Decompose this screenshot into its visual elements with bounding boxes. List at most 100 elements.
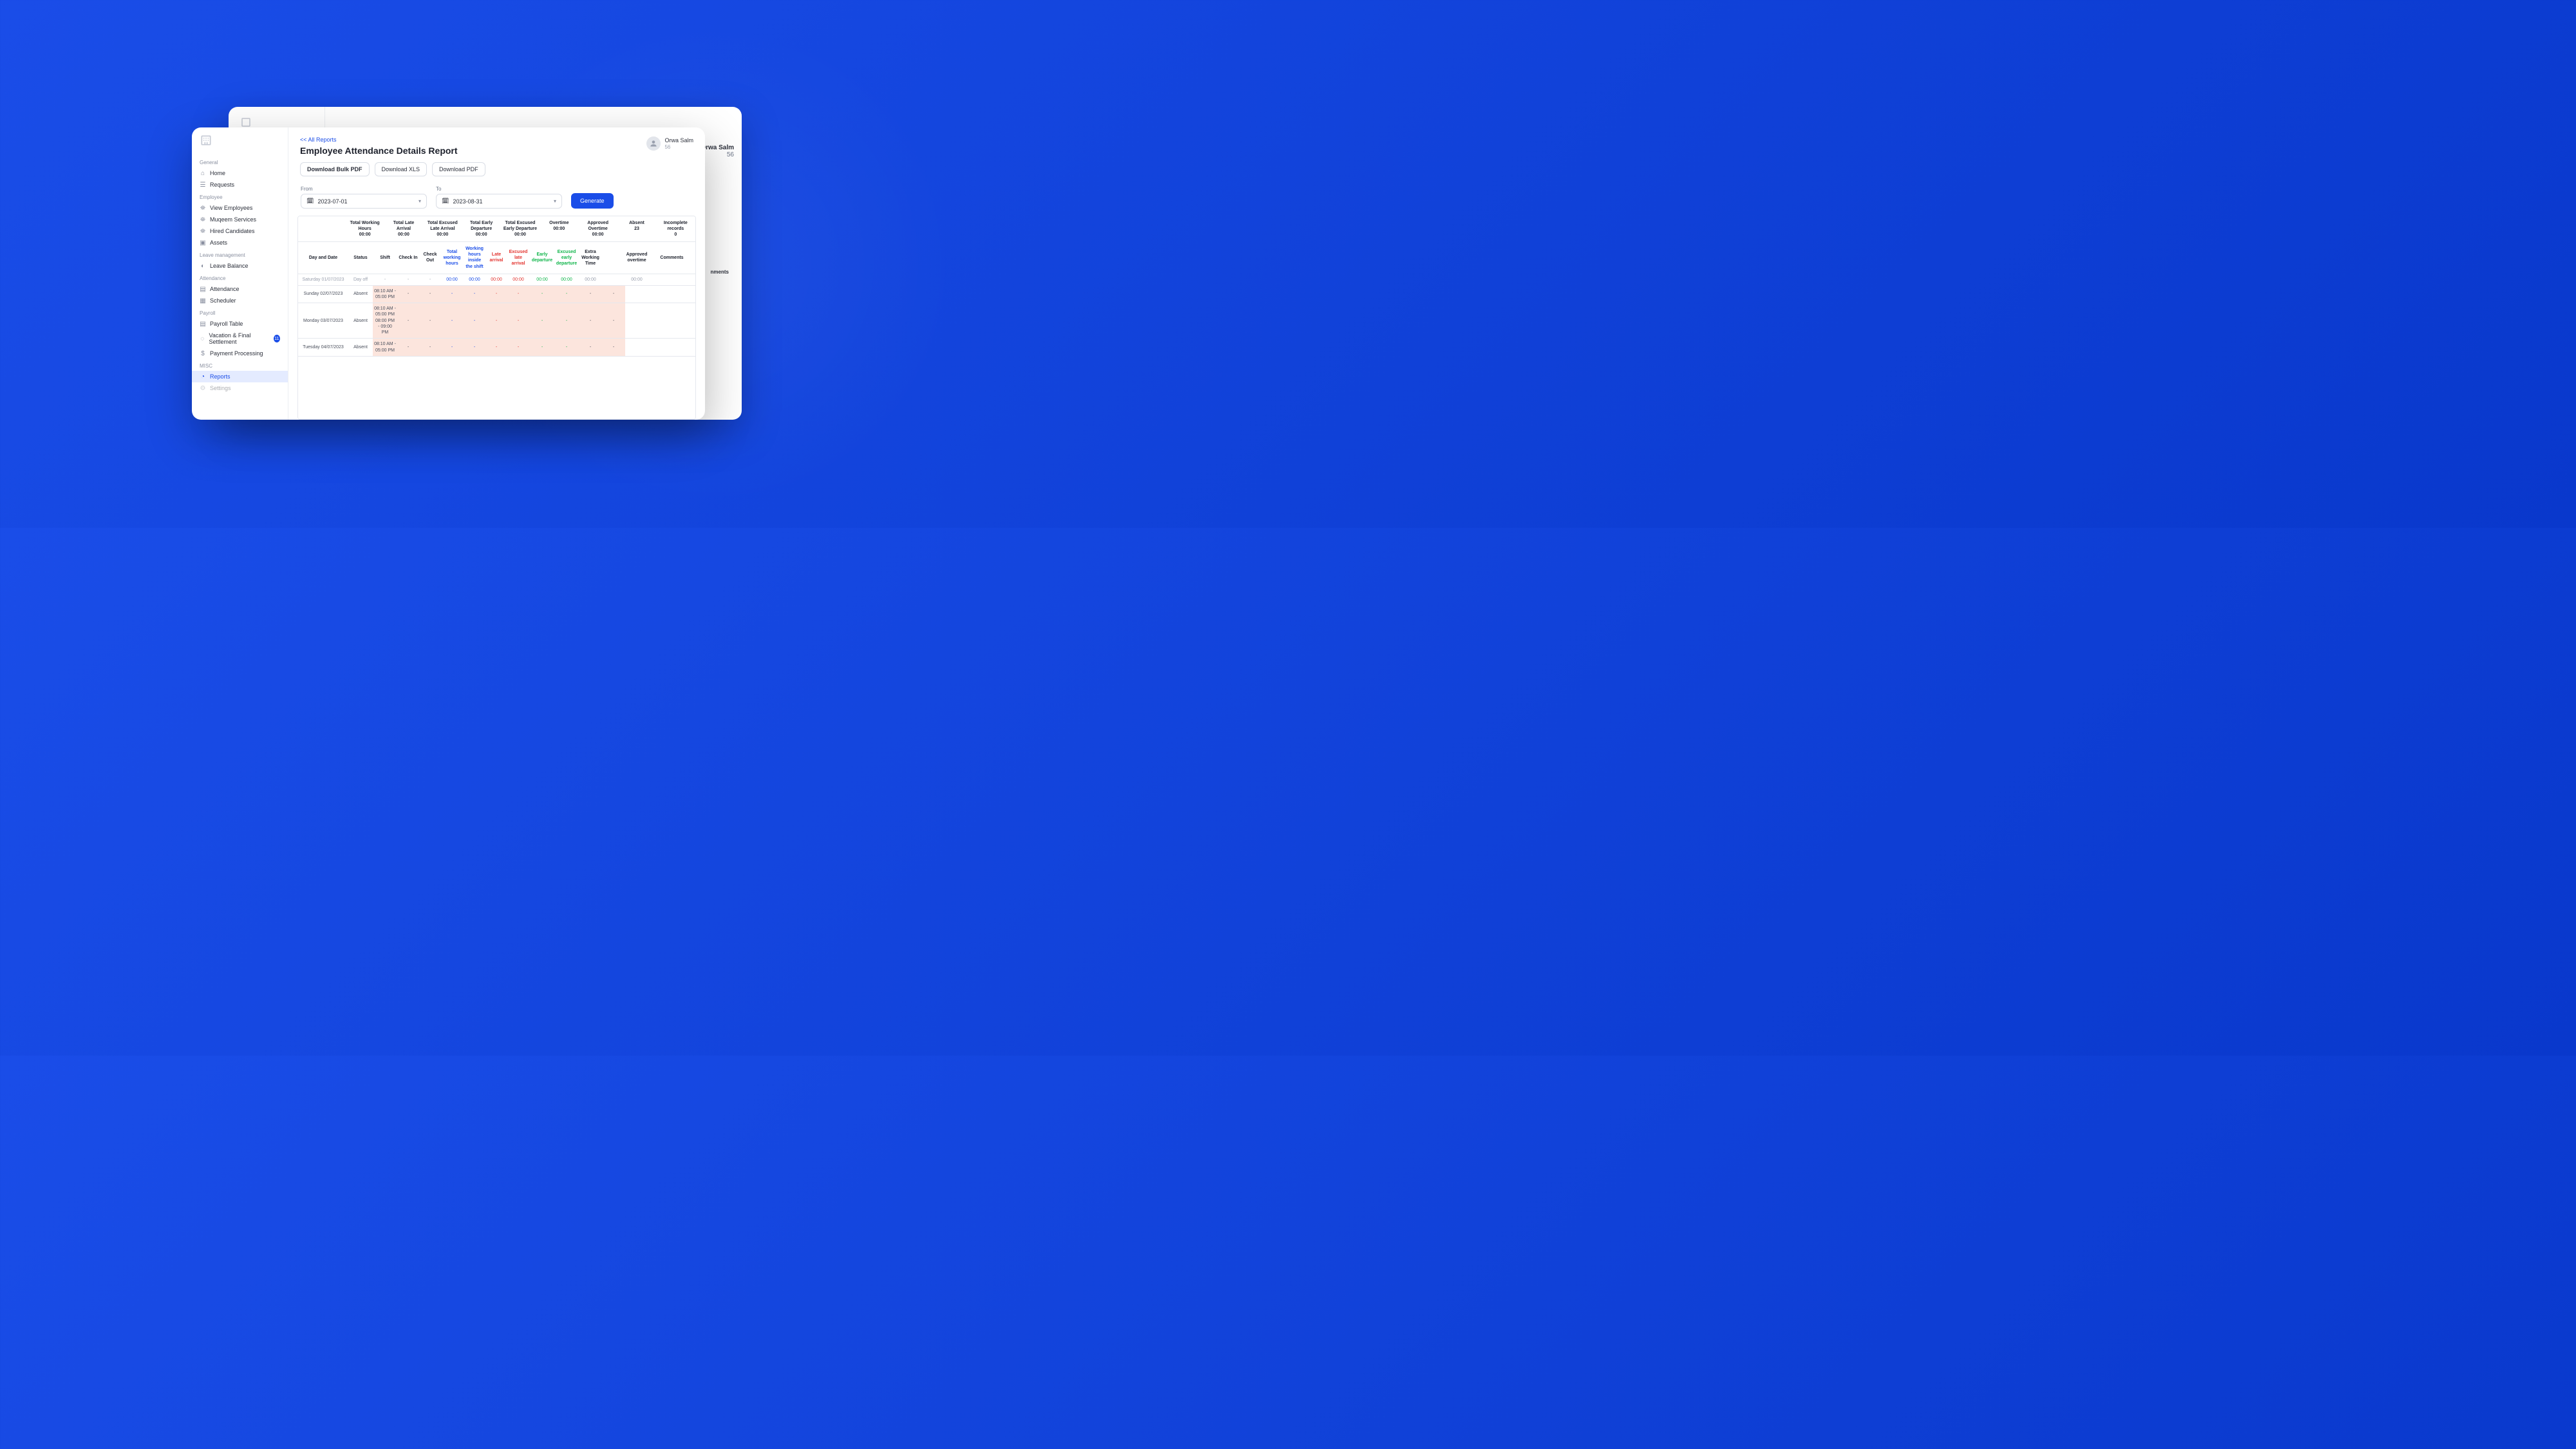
col-excused-early-departure: Excused early departure <box>554 242 579 273</box>
nav-label: Home <box>210 170 225 176</box>
nav-settings[interactable]: ⚙Settings <box>192 382 288 394</box>
nav-label: Vacation & Final Settlement <box>209 332 270 345</box>
cell-la: 00:00 <box>486 274 507 285</box>
topbar: << All Reports Employee Attendance Detai… <box>288 127 705 156</box>
summary-tela: Total Excused Late Arrival00:00 <box>424 216 462 241</box>
cell-check-out: - <box>419 286 441 303</box>
cell-check-out: - <box>419 339 441 355</box>
calendar-icon: ▦ <box>200 297 206 304</box>
cell-shift: 08:10 AM - 05:00 PM08:00 PM - 09:00 PM <box>373 303 397 338</box>
generate-button[interactable]: Generate <box>571 193 614 209</box>
cell-ed: - <box>530 286 554 303</box>
cell-comments <box>648 303 695 338</box>
nav-section-general: General <box>192 156 288 167</box>
nav-label: Reports <box>210 373 230 380</box>
table-header-row: Day and Date Status Shift Check In Check… <box>298 242 695 274</box>
nav-scheduler[interactable]: ▦Scheduler <box>192 295 288 306</box>
nav-vacation-settlement[interactable]: ◌Vacation & Final Settlement11 <box>192 330 288 348</box>
nav-reports[interactable]: ◔ Reports <box>192 371 288 382</box>
nav-assets[interactable]: ▣Assets <box>192 237 288 248</box>
bg-user-block: Orwa Salm 56 <box>700 144 734 158</box>
nav-hired-candidates[interactable]: ⛯Hired Candidates <box>192 225 288 237</box>
nav-label: Leave Balance <box>210 263 249 269</box>
bg-user-sub: 56 <box>700 151 734 158</box>
nav-label: Muqeem Services <box>210 216 256 223</box>
nav-view-employees[interactable]: ⛯View Employees <box>192 202 288 214</box>
table-row: Sunday 02/07/2023 Absent 08:10 AM - 05:0… <box>298 286 695 303</box>
cell-ao: - <box>602 339 625 355</box>
cell-shift: 08:10 AM - 05:00 PM <box>373 286 397 303</box>
cell-twh: 00:00 <box>441 274 463 285</box>
cell-status: Day off <box>348 274 373 285</box>
cell-ela: - <box>507 286 530 303</box>
filter-panel: From 🗓 2023-07-01 ▾ To 🗓 2023-08-31 ▾ <box>300 185 693 209</box>
col-status: Status <box>348 242 373 273</box>
main-content: << All Reports Employee Attendance Detai… <box>288 127 705 420</box>
cell-ewt: - <box>579 286 602 303</box>
cell-whi: - <box>463 303 486 338</box>
nav-label: Settings <box>210 385 231 391</box>
download-xls-button[interactable]: Download XLS <box>375 162 428 176</box>
summary-incomplete: Incomplete records0 <box>657 216 695 241</box>
nav-leave-balance[interactable]: ◐Leave Balance <box>192 260 288 272</box>
cell-ed: - <box>530 339 554 355</box>
cell-whi: 00:00 <box>463 274 486 285</box>
cell-ao: - <box>602 286 625 303</box>
cell-approved-overtime <box>625 303 648 338</box>
cell-check-in: - <box>397 286 419 303</box>
col-extra-working-time: Extra Working Time <box>579 242 602 273</box>
cell-approved-overtime <box>625 286 648 303</box>
col-day-date: Day and Date <box>298 242 348 273</box>
chevron-down-icon: ▾ <box>554 198 556 204</box>
nav-section-leave: Leave management <box>192 248 288 260</box>
cell-eed: - <box>554 339 579 355</box>
cell-shift: - <box>373 274 397 285</box>
cell-ela: - <box>507 339 530 355</box>
nav-payroll-table[interactable]: ▤Payroll Table <box>192 318 288 330</box>
table-row: Monday 03/07/2023 Absent 08:10 AM - 05:0… <box>298 303 695 339</box>
col-working-hours-inside-shift: Working hours inside the shift <box>463 242 486 273</box>
all-reports-link[interactable]: << All Reports <box>300 136 458 143</box>
nav-home[interactable]: ⌂Home <box>192 167 288 179</box>
cell-ao: - <box>602 303 625 338</box>
cell-day: Sunday 02/07/2023 <box>298 286 348 303</box>
table-icon: ▤ <box>200 321 206 327</box>
cell-ela: 00:00 <box>507 274 530 285</box>
to-label: To <box>436 186 562 192</box>
cell-la: - <box>486 286 507 303</box>
app-window: General ⌂Home ☰Requests Employee ⛯View E… <box>192 127 705 420</box>
nav-label: Requests <box>210 182 234 188</box>
to-date-input[interactable]: 🗓 2023-08-31 ▾ <box>436 194 562 209</box>
summary-ted: Total Early Departure00:00 <box>462 216 501 241</box>
summary-aot: Approved Overtime00:00 <box>579 216 617 241</box>
people-icon: ⛯ <box>200 228 206 234</box>
from-date-input[interactable]: 🗓 2023-07-01 ▾ <box>301 194 427 209</box>
from-value: 2023-07-01 <box>317 198 347 205</box>
cell-check-out: - <box>419 274 441 285</box>
cell-shift: 08:10 AM - 05:00 PM <box>373 339 397 355</box>
badge-count: 11 <box>274 335 280 342</box>
cell-whi: - <box>463 339 486 355</box>
cell-la: - <box>486 303 507 338</box>
user-name: Orwa Salm <box>664 137 693 144</box>
nav-muqeem[interactable]: ⛯Muqeem Services <box>192 214 288 225</box>
nav-label: Attendance <box>210 286 240 292</box>
people-icon: ⛯ <box>200 205 206 211</box>
cell-approved-overtime <box>625 339 648 355</box>
requests-icon: ☰ <box>200 182 206 188</box>
nav-label: Payment Processing <box>210 350 263 357</box>
summary-ot: Overtime00:00 <box>540 216 579 241</box>
download-bulk-pdf-button[interactable]: Download Bulk PDF <box>300 162 370 176</box>
nav-requests[interactable]: ☰ Requests <box>192 179 288 191</box>
nav-label: Assets <box>210 239 227 246</box>
col-check-out: Check Out <box>419 242 441 273</box>
cell-ewt: - <box>579 339 602 355</box>
report-icon: ◔ <box>200 373 206 380</box>
cell-twh: - <box>441 303 463 338</box>
cell-eed: 00:00 <box>554 274 579 285</box>
download-pdf-button[interactable]: Download PDF <box>432 162 485 176</box>
nav-attendance[interactable]: ▤Attendance <box>192 283 288 295</box>
cell-day: Tuesday 04/07/2023 <box>298 339 348 355</box>
user-block[interactable]: Orwa Salm 56 <box>646 136 693 151</box>
nav-payment-processing[interactable]: $Payment Processing <box>192 348 288 359</box>
